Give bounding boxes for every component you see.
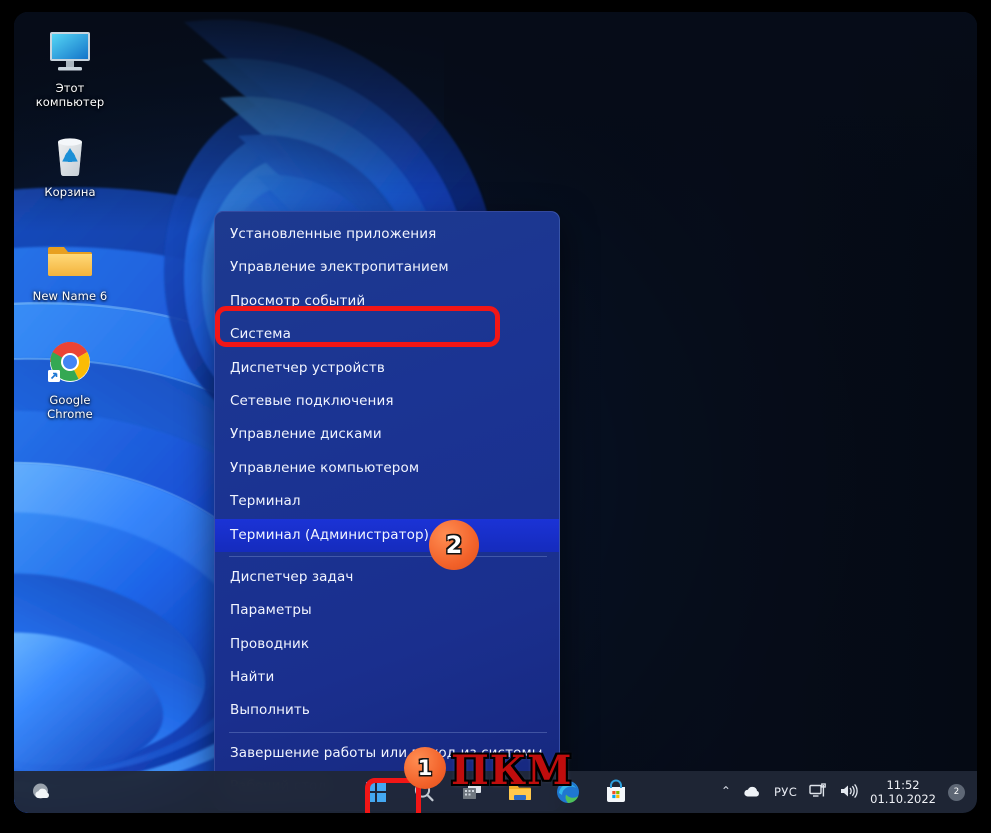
tray-overflow-button[interactable]: ⌃ (721, 784, 731, 798)
monitor-icon (44, 26, 96, 76)
desktop-icon-recycle-bin[interactable]: Корзина (18, 130, 122, 199)
menu-item-label: Просмотр событий (230, 292, 366, 309)
menu-item-system[interactable]: Система (215, 318, 559, 351)
desktop-icon-label: Google Chrome (47, 393, 93, 421)
menu-item-label: Установленные приложения (230, 226, 437, 242)
network-icon[interactable] (809, 782, 827, 802)
store-icon (606, 779, 625, 802)
menu-item-terminal[interactable]: Терминал (215, 485, 559, 518)
tray-language-indicator[interactable]: РУС (774, 785, 797, 799)
notification-count: 2 (953, 787, 960, 797)
chrome-icon (44, 338, 96, 388)
menu-item-terminal-admin[interactable]: Терминал (Администратор) (215, 518, 559, 552)
desktop-icon-this-computer[interactable]: Этот компьютер (18, 26, 122, 109)
menu-item-label: Сетевые подключения (230, 392, 394, 409)
menu-item-label: Терминал (230, 493, 301, 510)
menu-item-task-manager[interactable]: Диспетчер задач (215, 561, 559, 594)
system-tray: ⌃ РУС 11:52 01.10.2022 2 (721, 771, 965, 813)
menu-item-label: Выполнить (230, 702, 310, 719)
menu-item-label: Управление электропитанием (230, 259, 449, 276)
onedrive-cloud-icon[interactable] (743, 783, 762, 801)
windows-logo-icon (365, 782, 386, 802)
desktop-screen: Этот компьютер Корзина New Name 6 Google… (14, 12, 977, 813)
menu-item-device-manager[interactable]: Диспетчер устройств (215, 352, 559, 385)
desktop-icon-label: Корзина (44, 185, 96, 199)
menu-item-label: Управление дисками (230, 426, 382, 443)
menu-item-run[interactable]: Выполнить (215, 694, 559, 727)
start-context-menu[interactable]: Установленные приложения Управление элек… (214, 211, 560, 811)
menu-item-installed-apps[interactable]: Установленные приложения (215, 218, 559, 251)
menu-item-label: Проводник (230, 635, 310, 652)
menu-item-settings[interactable]: Параметры (215, 594, 559, 627)
recycle-bin-icon (44, 130, 96, 180)
menu-item-network-connections[interactable]: Сетевые подключения (215, 385, 559, 418)
step-badge-2-label: 2 (445, 531, 463, 559)
desktop-icon-google-chrome[interactable]: Google Chrome (18, 338, 122, 421)
menu-item-disk-management[interactable]: Управление дисками (215, 418, 559, 451)
desktop-icon-folder[interactable]: New Name 6 (18, 234, 122, 303)
step-badge-1: 1 (404, 747, 446, 789)
menu-item-label: Терминал (Администратор) (230, 526, 429, 543)
menu-item-label: Система (230, 326, 291, 343)
desktop-icon-label: New Name 6 (32, 289, 108, 303)
menu-item-label: Найти (230, 669, 275, 686)
menu-separator (229, 555, 547, 557)
menu-item-label: Диспетчер устройств (230, 359, 385, 376)
notification-badge[interactable]: 2 (948, 783, 965, 801)
menu-separator (229, 731, 547, 733)
desktop-icon-label: Этот компьютер (35, 81, 105, 109)
clock-date: 01.10.2022 (870, 792, 936, 806)
speaker-icon[interactable] (839, 783, 858, 802)
menu-item-event-viewer[interactable]: Просмотр событий (215, 285, 559, 318)
menu-item-power-management[interactable]: Управление электропитанием (215, 251, 559, 284)
taskbar-clock[interactable]: 11:52 01.10.2022 (870, 778, 936, 806)
step-badge-2: 2 (429, 520, 479, 570)
folder-icon (44, 234, 96, 284)
clock-time: 11:52 (886, 778, 920, 792)
menu-item-label: Диспетчер задач (230, 568, 354, 585)
menu-item-search[interactable]: Найти (215, 661, 559, 694)
menu-item-label: Параметры (230, 602, 312, 619)
taskbar-start-button[interactable] (363, 779, 389, 805)
menu-item-file-explorer[interactable]: Проводник (215, 628, 559, 661)
screenshot-frame: Этот компьютер Корзина New Name 6 Google… (0, 0, 991, 833)
taskbar-store-button[interactable] (603, 779, 629, 805)
step-badge-1-label: 1 (417, 756, 433, 780)
pkm-annotation-label: ПКМ (451, 747, 573, 794)
menu-item-computer-management[interactable]: Управление компьютером (215, 452, 559, 485)
menu-item-label: Управление компьютером (230, 459, 420, 476)
